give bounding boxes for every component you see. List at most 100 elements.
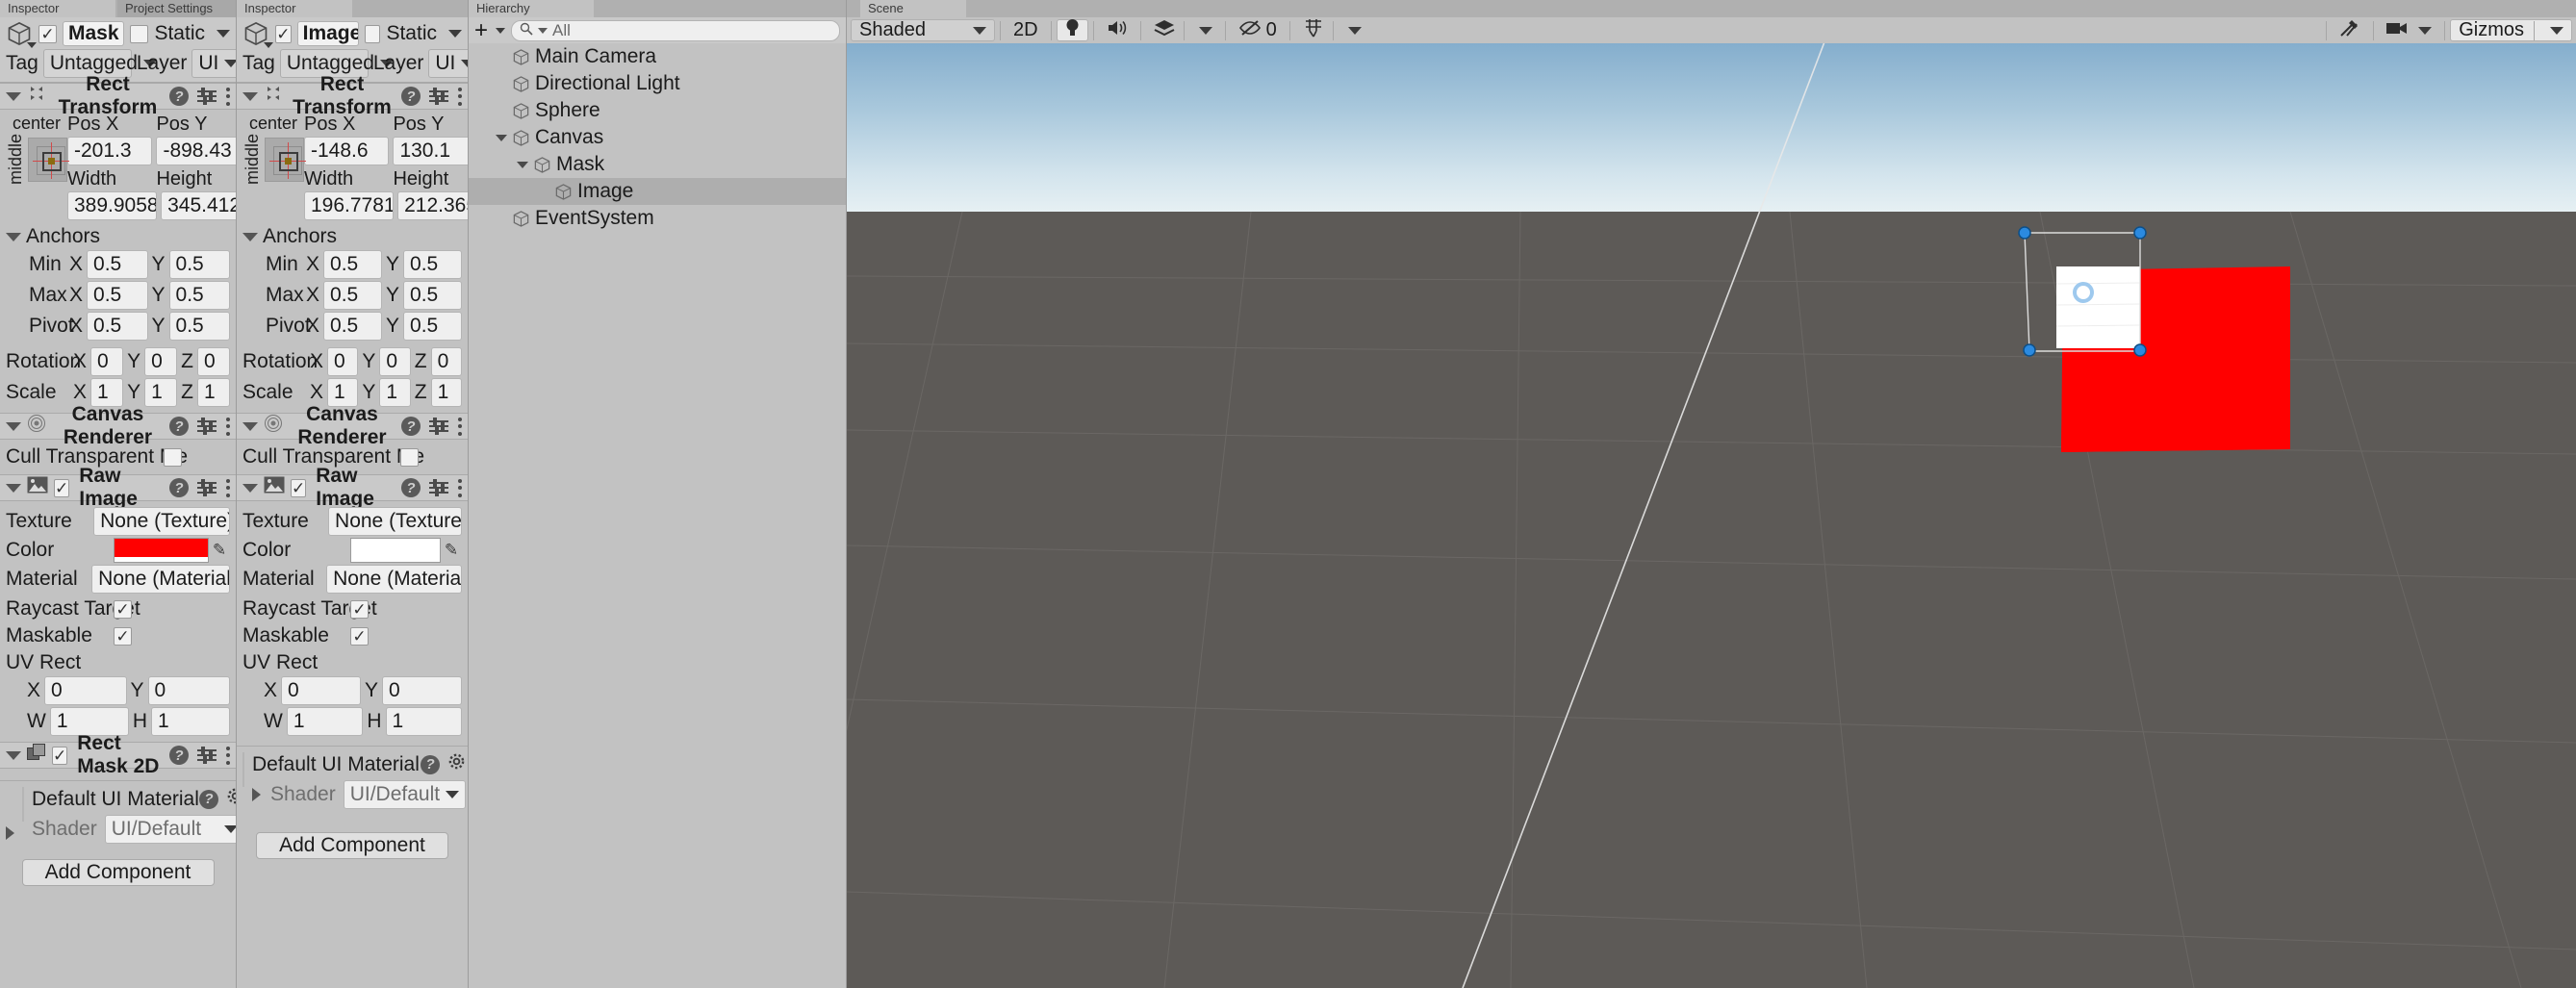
pivot-x-input[interactable]: 0.5 [87,312,148,341]
gameobject-name-input[interactable]: Image [296,21,359,46]
handle-bottom-left[interactable] [2023,343,2036,357]
color-swatch[interactable] [114,538,209,563]
uv-x-input[interactable]: 0 [281,676,361,705]
material-foldout-icon[interactable] [252,788,261,801]
cull-transparent-checkbox[interactable] [164,447,182,467]
collapse-triangle-icon[interactable] [6,483,21,493]
component-header-canvas-renderer[interactable]: Canvas Renderer ? [0,403,236,448]
preset-icon[interactable] [197,418,217,435]
collapse-triangle-icon[interactable] [242,483,258,493]
help-icon[interactable]: ? [401,417,421,436]
handle-top-right[interactable] [2133,226,2147,240]
hierarchy-item-directional-light[interactable]: Directional Light [469,70,846,97]
uv-h-input[interactable]: 1 [385,707,462,736]
static-checkbox[interactable] [364,24,381,43]
scene-fx-dropdown[interactable] [1146,19,1220,41]
rect-mask-2d-enabled-checkbox[interactable]: ✓ [52,746,68,765]
eyedropper-icon[interactable]: ✎ [209,541,230,560]
more-menu-icon[interactable] [457,87,462,106]
component-header-rect-transform[interactable]: Rect Transform ? [0,73,236,118]
more-menu-icon[interactable] [225,746,230,765]
add-component-button[interactable]: Add Component [256,832,448,859]
uv-w-input[interactable]: 1 [286,707,364,736]
texture-object-field[interactable]: None (Texture)◉ [328,507,462,536]
help-icon[interactable]: ? [169,478,189,497]
handle-bottom-right[interactable] [2133,343,2147,357]
scale-z-input[interactable]: 1 [430,378,462,407]
preset-icon[interactable] [429,479,448,496]
anchor-max-x-input[interactable]: 0.5 [87,281,148,310]
material-object-field[interactable]: None (Material)◉ [326,565,462,594]
help-icon[interactable]: ? [401,87,421,106]
scale-z-input[interactable]: 1 [196,378,230,407]
rotation-y-input[interactable]: 0 [379,347,411,376]
help-icon[interactable]: ? [421,754,441,774]
component-header-rect-mask-2d[interactable]: ✓ Rect Mask 2D ? [0,732,236,777]
scene-lighting-toggle[interactable] [1056,18,1088,41]
anchor-min-x-input[interactable]: 0.5 [323,250,382,279]
height-input[interactable]: 212.3654 [397,191,468,220]
component-header-raw-image[interactable]: ✓ Raw Image ? [0,465,236,510]
raw-image-enabled-checkbox[interactable]: ✓ [54,478,70,497]
more-menu-icon[interactable] [457,478,462,497]
tab-scene[interactable]: Scene [860,0,966,17]
help-icon[interactable]: ? [401,478,421,497]
scene-tools-button[interactable] [2332,19,2368,41]
tab-inspector-b[interactable]: Inspector [237,0,352,17]
toggle-2d-button[interactable]: 2D [1006,19,1046,41]
tab-project-settings[interactable]: Project Settings [117,0,236,17]
height-input[interactable]: 345.4128 [161,191,236,220]
pivot-x-input[interactable]: 0.5 [323,312,382,341]
anchor-max-y-input[interactable]: 0.5 [168,281,230,310]
anchor-preset-button[interactable] [265,137,306,182]
rotation-x-input[interactable]: 0 [90,347,124,376]
help-icon[interactable]: ? [169,746,189,765]
layer-dropdown[interactable]: UI [428,49,468,78]
hierarchy-item-mask[interactable]: Mask [469,151,846,178]
help-icon[interactable]: ? [169,417,189,436]
anchor-max-x-input[interactable]: 0.5 [323,281,382,310]
material-foldout-icon[interactable] [6,826,14,840]
draw-mode-dropdown[interactable]: Shaded [851,19,995,41]
hierarchy-search-input[interactable]: All [511,19,840,41]
hierarchy-item-eventsystem[interactable]: EventSystem [469,205,846,232]
collapse-triangle-icon[interactable] [242,421,258,431]
uv-y-input[interactable]: 0 [147,676,230,705]
expand-triangle-icon[interactable] [517,161,528,168]
eyedropper-icon[interactable]: ✎ [441,541,462,560]
scene-audio-toggle[interactable] [1099,19,1135,41]
pos-x-input[interactable]: -148.6 [304,137,390,165]
hierarchy-item-canvas[interactable]: Canvas [469,124,846,151]
preset-icon[interactable] [197,747,217,764]
layer-dropdown[interactable]: UI [191,49,236,78]
preset-icon[interactable] [429,418,448,435]
add-component-button[interactable]: Add Component [21,859,215,886]
width-input[interactable]: 389.9058 [67,191,158,220]
static-dropdown-caret[interactable] [217,30,230,38]
raycast-target-checkbox[interactable]: ✓ [350,599,369,619]
more-menu-icon[interactable] [225,417,230,436]
anchor-min-y-input[interactable]: 0.5 [403,250,462,279]
collapse-triangle-icon[interactable] [6,91,21,101]
texture-object-field[interactable]: None (Texture) ◉ [93,507,230,536]
anchors-foldout[interactable]: Anchors [6,225,230,248]
component-header-rect-transform[interactable]: Rect Transform ? [237,73,468,118]
tab-inspector-a[interactable]: Inspector [0,0,115,17]
static-dropdown-caret[interactable] [448,30,462,38]
gameobject-enabled-checkbox[interactable]: ✓ [275,24,292,43]
scene-gizmos-layer[interactable] [847,26,2576,988]
component-header-canvas-renderer[interactable]: Canvas Renderer ? [237,403,468,448]
static-checkbox[interactable] [130,24,149,43]
pos-y-input[interactable]: 130.1 [393,137,468,165]
raycast-target-checkbox[interactable]: ✓ [114,599,132,619]
rotation-y-input[interactable]: 0 [144,347,178,376]
scene-camera-dropdown[interactable] [2379,19,2439,41]
raw-image-enabled-checkbox[interactable]: ✓ [291,478,307,497]
uv-x-input[interactable]: 0 [44,676,127,705]
gear-icon[interactable] [447,752,466,776]
component-header-raw-image[interactable]: ✓ Raw Image ? [237,465,468,510]
preset-icon[interactable] [429,88,448,105]
width-input[interactable]: 196.7781 [304,191,395,220]
preset-icon[interactable] [197,479,217,496]
more-menu-icon[interactable] [225,478,230,497]
